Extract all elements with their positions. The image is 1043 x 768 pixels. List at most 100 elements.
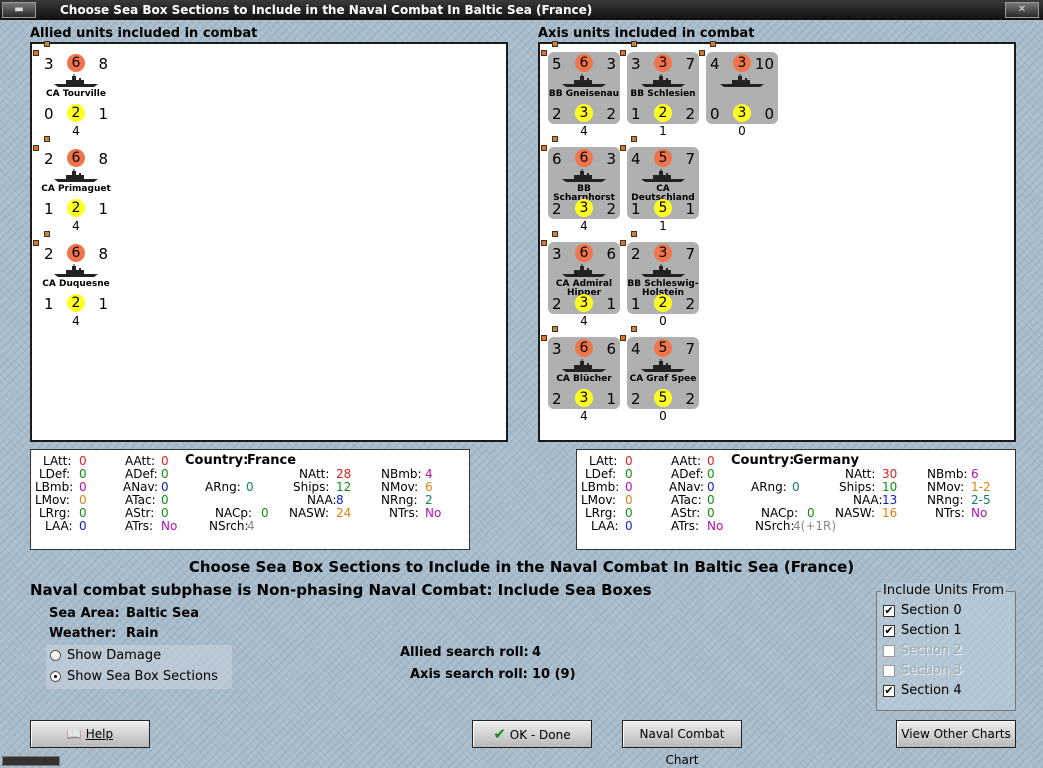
axis-stats-atac: 0 (707, 493, 715, 507)
show-sea-box-sections-label[interactable]: Show Sea Box Sections (67, 669, 218, 684)
counter-top-left: 2 (44, 150, 54, 168)
section-1-checkbox[interactable]: ✔ (883, 625, 895, 637)
allied-stats-lmov: 0 (79, 493, 87, 507)
unit-counter[interactable]: 4 5 7 CA Deutschland 1 5 1 (627, 147, 699, 219)
allied-stats-laa: 0 (79, 519, 87, 533)
section-2-checkbox (883, 645, 895, 657)
naval-combat-chart-button[interactable]: Naval Combat Chart (622, 720, 742, 767)
allied-stats-lrg-l: LRrg: (39, 506, 71, 520)
warship-silhouette-icon (562, 264, 606, 277)
allied-stats-ldef-l: LDef: (39, 467, 71, 481)
unit-counter[interactable]: 4 3 10 0 3 0 (706, 52, 778, 124)
unit-count: 0 (738, 124, 746, 138)
unit-counter[interactable]: 3 6 8 CA Tourville 0 2 1 (40, 52, 112, 124)
section-0-checkbox[interactable]: ✔ (883, 605, 895, 617)
view-other-charts-button[interactable]: View Other Charts (896, 720, 1016, 748)
section-4-label[interactable]: Section 4 (901, 683, 962, 698)
allied-stats-nsrch-l: NSrch: (209, 519, 249, 533)
section-4-checkbox[interactable]: ✔ (883, 685, 895, 697)
show-sea-box-sections-radio[interactable] (50, 671, 61, 682)
allied-stats-ships: 12 (336, 480, 352, 494)
axis-stats-lbmb-l: LBmb: (581, 480, 620, 494)
allied-stats-anav: 0 (161, 480, 169, 494)
axis-stats-astr: 0 (707, 506, 715, 520)
axis-header: Axis units included in combat (538, 26, 755, 41)
section-0-label[interactable]: Section 0 (901, 603, 962, 618)
axis-stats-ldef-l: LDef: (585, 467, 617, 481)
window-title: Choose Sea Box Sections to Include in th… (60, 3, 593, 17)
unit-counter[interactable]: 2 3 7 BB Schleswig-Holstein 1 2 2 (627, 242, 699, 314)
allied-stats-naa: 8 (336, 493, 344, 507)
axis-stats-anav-l: ANav: (669, 480, 705, 494)
help-button-label: Help (85, 727, 114, 741)
unit-name: CA Blücher (556, 374, 612, 384)
attack-circle: 5 (654, 339, 672, 357)
allied-stats-nrng-l: NRng: (381, 493, 418, 507)
axis-stats-astr-l: AStr: (671, 506, 701, 520)
help-button[interactable]: 📖 Help (30, 720, 150, 748)
axis-stats-lmov: 0 (625, 493, 633, 507)
axis-stats-atrs: No (707, 519, 724, 533)
unit-marker (631, 326, 637, 332)
counter-bottom-right: 0 (764, 105, 774, 123)
axis-stats-ships-l: Ships: (839, 480, 876, 494)
allied-stats-astr: 0 (161, 506, 169, 520)
axis-stats-lrg: 0 (625, 506, 633, 520)
axis-stats-aatt-l: AAtt: (671, 454, 701, 468)
axis-stats-arng: 0 (792, 480, 800, 494)
unit-counter[interactable]: 3 3 7 BB Schlesien 1 2 2 (627, 52, 699, 124)
counter-top-right: 7 (685, 340, 695, 358)
unit-counter[interactable]: 4 5 7 CA Graf Spee 2 5 2 (627, 337, 699, 409)
unit-count: 4 (580, 409, 588, 423)
unit-count: 4 (72, 219, 80, 233)
defense-circle: 2 (67, 104, 85, 122)
ok-done-button[interactable]: ✔ OK - Done (472, 720, 592, 748)
counter-bottom-left: 2 (552, 295, 562, 313)
unit-counter[interactable]: 6 6 3 BB Scharnhorst 2 3 2 (548, 147, 620, 219)
defense-circle: 5 (654, 199, 672, 217)
attack-circle: 5 (654, 149, 672, 167)
counter-top-left: 2 (44, 245, 54, 263)
unit-marker (631, 41, 637, 47)
counter-bottom-left: 1 (631, 105, 641, 123)
allied-stats-atrs: No (161, 519, 178, 533)
section-1-label[interactable]: Section 1 (901, 623, 962, 638)
unit-marker (620, 50, 626, 56)
unit-counter[interactable]: 3 6 6 CA Blücher 2 3 1 (548, 337, 620, 409)
axis-stats-ntrs-l: NTrs: (935, 506, 965, 520)
system-menu-button[interactable]: ▬ (2, 2, 36, 18)
allied-stats-naa-l: NAA: (307, 493, 337, 507)
counter-bottom-right: 1 (606, 390, 616, 408)
counter-bottom-right: 2 (606, 105, 616, 123)
axis-stats-ldef: 0 (625, 467, 633, 481)
counter-top-left: 3 (631, 55, 641, 73)
resize-handle[interactable] (2, 756, 60, 766)
unit-marker (631, 231, 637, 237)
unit-count: 4 (72, 314, 80, 328)
warship-silhouette-icon (641, 169, 685, 182)
unit-counter[interactable]: 5 6 3 BB Gneisenau 2 3 2 (548, 52, 620, 124)
defense-circle: 3 (575, 389, 593, 407)
unit-counter[interactable]: 3 6 6 CA Admiral Hipper 2 3 1 (548, 242, 620, 314)
ok-done-label: OK - Done (509, 728, 571, 742)
counter-top-right: 6 (606, 340, 616, 358)
allied-stats-adef-l: ADef: (125, 467, 158, 481)
show-damage-radio[interactable] (50, 650, 61, 661)
warship-silhouette-icon (641, 74, 685, 87)
axis-stats-aatt: 0 (707, 454, 715, 468)
close-button[interactable]: ✕ (1005, 2, 1039, 18)
allied-stats-atrs-l: ATrs: (125, 519, 154, 533)
sea-area-value: Baltic Sea (126, 606, 199, 621)
defense-circle: 2 (67, 199, 85, 217)
radio-selected-dot (54, 675, 57, 678)
axis-stats-latt: 0 (625, 454, 633, 468)
counter-bottom-right: 2 (606, 200, 616, 218)
counter-top-right: 7 (685, 150, 695, 168)
unit-count: 4 (580, 314, 588, 328)
unit-counter[interactable]: 2 6 8 CA Duquesne 1 2 1 (40, 242, 112, 314)
axis-stats-ntrs: No (971, 506, 988, 520)
unit-counter[interactable]: 2 6 8 CA Primaguet 1 2 1 (40, 147, 112, 219)
axis-stats-laa-l: LAA: (591, 519, 619, 533)
axis-stats-nrng: 2-5 (971, 493, 991, 507)
show-damage-label[interactable]: Show Damage (67, 648, 161, 663)
